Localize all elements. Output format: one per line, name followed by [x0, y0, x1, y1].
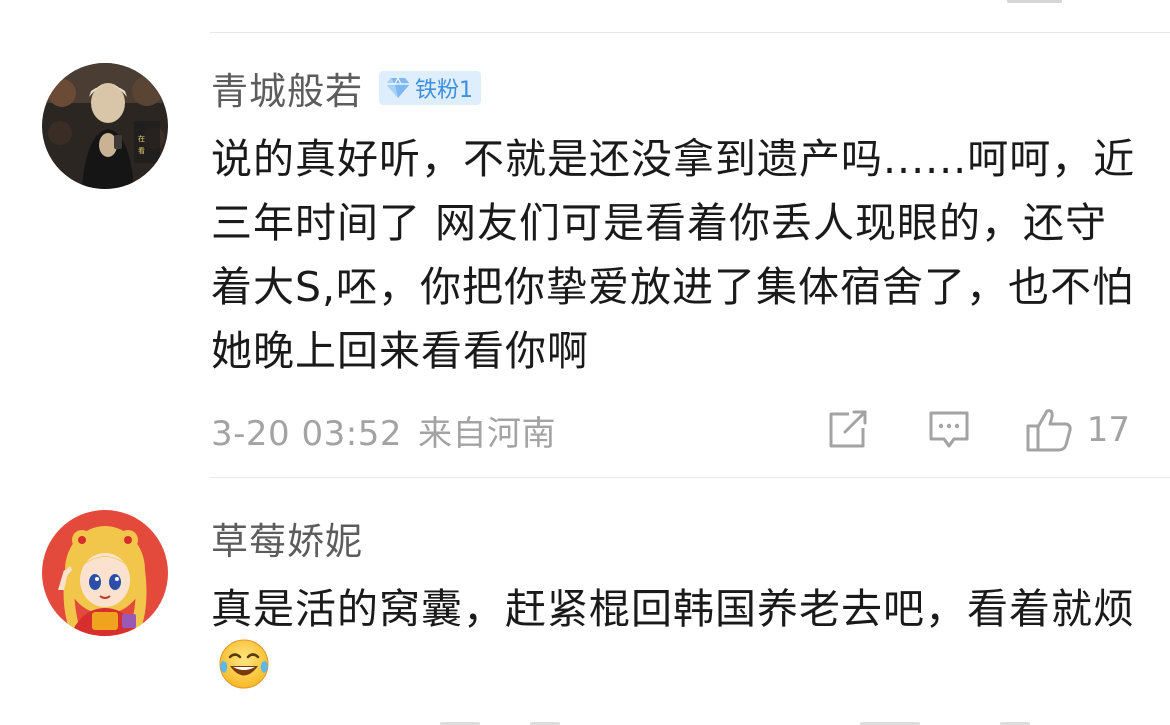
- share-button[interactable]: [827, 410, 869, 450]
- comment-actions: 17: [827, 405, 1130, 455]
- comment-text-content: 真是活的窝囊，赶紧棍回韩国养老去吧，看着就烦: [211, 585, 1135, 633]
- comment-date: 3-20 03:52: [211, 413, 402, 454]
- username[interactable]: 青城般若: [211, 61, 363, 115]
- comment-text: 真是活的窝囊，赶紧棍回韩国养老去吧，看着就烦: [211, 577, 1141, 713]
- fan-badge[interactable]: 铁粉1: [379, 71, 481, 105]
- reply-button[interactable]: [927, 409, 971, 451]
- comment-text: 说的真好听，不就是还没拿到遗产吗......呵呵，近三年时间了 网友们可是看着你…: [211, 135, 1136, 375]
- comment-location: 来自河南: [417, 413, 556, 454]
- comment-item: 在 看 青城般若 铁粉1 说的真好听，不就是还没拿到遗产吗......呵呵，近三…: [0, 33, 1170, 478]
- thumbs-up-icon: [1026, 409, 1072, 452]
- comment-item: 草莓娇妮 真是活的窝囊，赶紧棍回韩国养老去吧，看着就烦: [0, 478, 1170, 725]
- share-icon: [829, 410, 867, 448]
- user-info: 草莓娇妮: [211, 513, 363, 563]
- laughing-tears-icon: [219, 639, 269, 689]
- previous-element-edge: [1007, 0, 1062, 3]
- svg-text:看: 看: [138, 147, 145, 155]
- diamond-icon: [386, 77, 410, 98]
- avatar[interactable]: [42, 510, 168, 636]
- like-button[interactable]: 17: [1025, 407, 1130, 453]
- like-count: 17: [1086, 410, 1130, 450]
- comment-meta-text: 3-20 03:52 来自河南: [211, 406, 556, 455]
- comment-page: 在 看 青城般若 铁粉1 说的真好听，不就是还没拿到遗产吗......呵呵，近三…: [0, 0, 1170, 725]
- username[interactable]: 草莓娇妮: [211, 511, 363, 565]
- laughing-tears-emoji: [217, 637, 271, 709]
- svg-text:在: 在: [138, 134, 145, 143]
- comment-icon: [929, 411, 969, 448]
- comment-meta: 3-20 03:52 来自河南 17: [211, 405, 1130, 455]
- avatar[interactable]: 在 看: [42, 63, 168, 189]
- badge-label: 铁粉1: [415, 78, 473, 103]
- user-info: 青城般若 铁粉1: [211, 63, 481, 113]
